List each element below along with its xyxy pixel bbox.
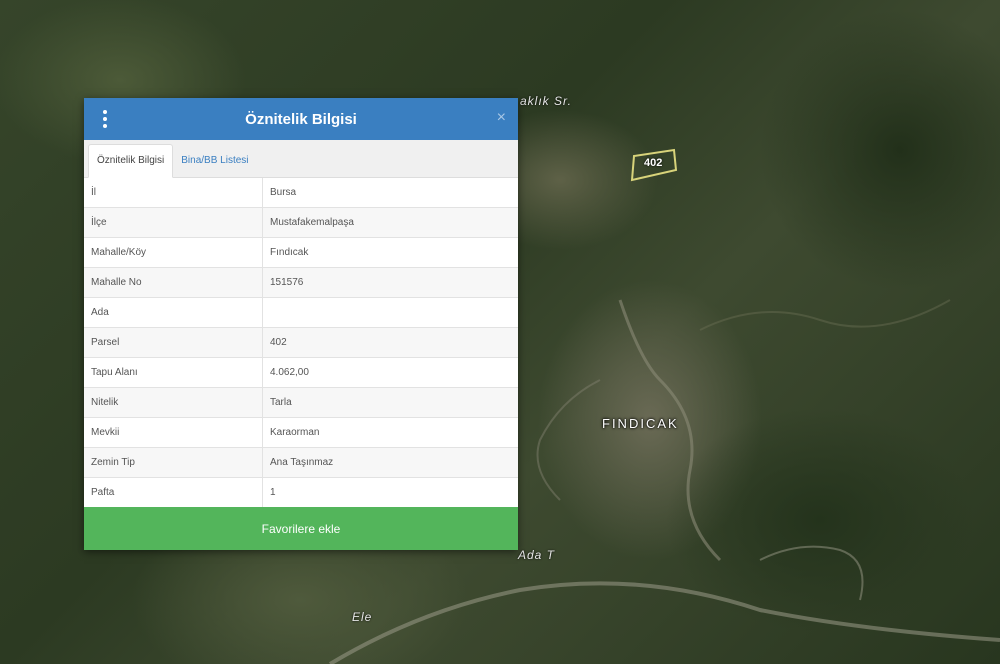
row-key: İl xyxy=(84,178,263,208)
tab-attribute-info[interactable]: Öznitelik Bilgisi xyxy=(88,144,174,178)
street-label: aklık Sr. xyxy=(520,94,572,108)
row-key: Mahalle No xyxy=(84,267,263,298)
table-row: İlçe Mustafakemalpaşa xyxy=(84,207,518,238)
tab-building-list[interactable]: Bina/BB Listesi xyxy=(173,145,256,177)
parcel-number-label[interactable]: 402 xyxy=(644,157,662,169)
row-value: Mustafakemalpaşa xyxy=(262,207,518,238)
attribute-table: İl Bursa İlçe Mustafakemalpaşa Mahalle/Köy… xyxy=(84,178,518,508)
attribute-info-popup: Öznitelik Bilgisi × Öznitelik Bilgisi Bi… xyxy=(84,98,518,550)
popup-header: Öznitelik Bilgisi × xyxy=(84,98,518,140)
row-value: 151576 xyxy=(262,267,518,298)
row-key: Ada xyxy=(84,297,263,328)
row-value: Tarla xyxy=(262,387,518,418)
row-key: İlçe xyxy=(84,207,263,238)
street-label: Ada T xyxy=(518,548,556,562)
row-value: 402 xyxy=(262,327,518,358)
popup-title: Öznitelik Bilgisi xyxy=(245,110,357,128)
row-value: Bursa xyxy=(262,178,518,208)
row-value: Karaorman xyxy=(262,417,518,448)
table-row: Ada xyxy=(84,297,518,328)
row-key: Zemin Tip xyxy=(84,447,263,478)
street-label: Ele xyxy=(352,610,373,624)
row-key: Nitelik xyxy=(84,387,263,418)
row-key: Mahalle/Köy xyxy=(84,237,263,268)
row-key: Mevkii xyxy=(84,417,263,448)
add-to-favorites-button[interactable]: Favorilere ekle xyxy=(84,507,518,550)
row-key: Parsel xyxy=(84,327,263,358)
row-value: Ana Taşınmaz xyxy=(262,447,518,478)
table-row: Mahalle No 151576 xyxy=(84,267,518,298)
close-icon[interactable]: × xyxy=(497,109,506,127)
row-value: 1 xyxy=(262,477,518,508)
table-row: Zemin Tip Ana Taşınmaz xyxy=(84,447,518,478)
row-value: 4.062,00 xyxy=(262,357,518,388)
table-row: Mahalle/Köy Fındıcak xyxy=(84,237,518,268)
village-label: FINDICAK xyxy=(602,416,679,431)
table-row: Pafta 1 xyxy=(84,477,518,508)
row-value xyxy=(262,297,518,328)
table-row: Nitelik Tarla xyxy=(84,387,518,418)
table-row: Parsel 402 xyxy=(84,327,518,358)
table-row: Mevkii Karaorman xyxy=(84,417,518,448)
row-value: Fındıcak xyxy=(262,237,518,268)
table-row: İl Bursa xyxy=(84,178,518,208)
kebab-menu-icon[interactable] xyxy=(100,110,110,128)
table-row: Tapu Alanı 4.062,00 xyxy=(84,357,518,388)
row-key: Tapu Alanı xyxy=(84,357,263,388)
tab-bar: Öznitelik Bilgisi Bina/BB Listesi xyxy=(84,140,518,178)
row-key: Pafta xyxy=(84,477,263,508)
